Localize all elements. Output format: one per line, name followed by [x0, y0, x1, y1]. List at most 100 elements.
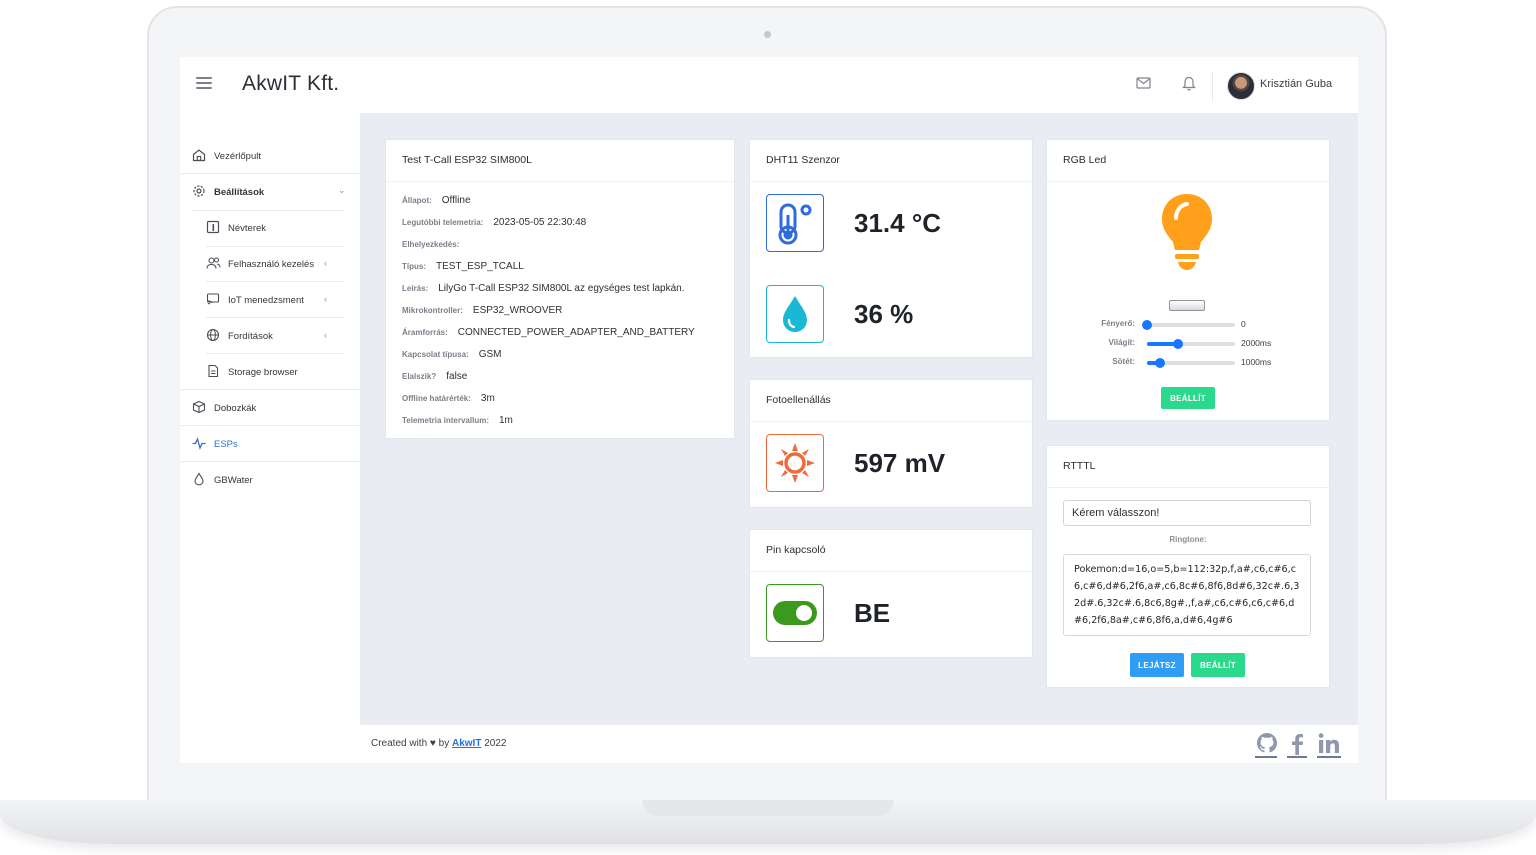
thermometer-icon	[766, 194, 824, 252]
sidebar-item-storage-browser[interactable]: Storage browser	[180, 354, 360, 389]
water-drop-icon	[766, 285, 824, 343]
github-icon[interactable]	[1255, 731, 1279, 757]
info-key: Elalszik?	[402, 372, 437, 381]
dht11-card: DHT11 Szenzor 31.4 °C 36 %	[749, 139, 1033, 358]
sidebar-item-felhasznalo-kezeles[interactable]: Felhasználó kezelés ‹	[180, 246, 360, 281]
color-picker[interactable]	[1169, 300, 1205, 311]
globe-icon	[206, 328, 220, 342]
file-icon	[208, 364, 219, 378]
bell-icon[interactable]	[1182, 76, 1196, 92]
slider-track[interactable]	[1147, 339, 1235, 349]
facebook-underline	[1287, 756, 1307, 758]
divider	[386, 181, 734, 182]
sidebar-item-label: Storage browser	[228, 367, 298, 378]
ringtone-select[interactable]: Kérem válasszon!	[1063, 500, 1311, 526]
info-row-telemetria: Legutóbbi telemetria: 2023-05-05 22:30:48	[402, 217, 586, 228]
chevron-left-icon: ‹	[324, 330, 327, 340]
linkedin-underline	[1317, 756, 1341, 758]
pin-state-value: BE	[854, 598, 891, 628]
slider-value: 2000ms	[1241, 338, 1272, 348]
info-value: TEST_ESP_TCALL	[436, 261, 524, 272]
info-key: Offline határérték:	[402, 394, 471, 403]
info-key: Áramforrás:	[402, 328, 448, 337]
info-key: Állapot:	[402, 196, 432, 205]
slider-label: Fényerő:	[1101, 319, 1135, 328]
hamburger-menu-icon[interactable]	[196, 77, 212, 91]
info-row-elhelyezkedes: Elhelyezkedés:	[402, 239, 469, 250]
rgb-set-button[interactable]: BEÁLLÍT	[1161, 387, 1215, 409]
info-value: GSM	[478, 349, 502, 360]
divider	[1047, 181, 1329, 182]
info-row-allapot: Állapot: Offline	[402, 195, 471, 206]
app-screen: AkwIT Kft. Krisztián Guba Vezérlőpult Be…	[180, 57, 1358, 763]
info-value: Offline	[441, 195, 471, 206]
toggle-switch[interactable]	[766, 584, 824, 642]
brightness-slider[interactable]: Fényerő: 0	[1071, 319, 1311, 331]
footer-year: 2022	[484, 738, 507, 749]
info-row-elalszik: Elalszik? false	[402, 371, 467, 382]
info-key: Elhelyezkedés:	[402, 240, 460, 249]
ringtone-textarea[interactable]: Pokemon:d=16,o=5,b=112:32p,f,a#,c6,c#6,c…	[1063, 554, 1311, 636]
slider-track[interactable]	[1147, 358, 1235, 368]
mail-icon[interactable]	[1136, 77, 1151, 89]
sidebar-item-forditasok[interactable]: Fordítások ‹	[180, 318, 360, 353]
info-key: Mikrokontroller:	[402, 306, 463, 315]
humidity-value: 36 %	[854, 299, 914, 329]
sidebar-item-label: ESPs	[214, 439, 238, 450]
info-value: 2023-05-05 22:30:48	[493, 217, 587, 228]
off-time-slider[interactable]: Sötét: 1000ms	[1071, 357, 1311, 369]
photoresistor-card: Fotoellenállás 597 mV	[749, 379, 1033, 508]
avatar[interactable]	[1227, 72, 1255, 100]
info-value: 3m	[480, 393, 495, 404]
info-row-leiras: Leírás: LilyGo T-Call ESP32 SIM800L az eg…	[402, 283, 684, 294]
rtttl-card: RTTTL Kérem válasszon! Ringtone: Pokemon…	[1046, 445, 1330, 688]
akwit-link[interactable]: AkwIT	[452, 738, 481, 749]
iot-icon	[206, 293, 220, 305]
namespace-icon	[206, 220, 220, 234]
slider-thumb[interactable]	[1172, 339, 1183, 349]
divider	[750, 421, 1032, 422]
sidebar-item-gbwater[interactable]: GBWater	[180, 462, 360, 497]
info-row-aramforras: Áramforrás: CONNECTED_POWER_ADAPTER_AND_B…	[402, 327, 695, 338]
on-time-slider[interactable]: Világít: 2000ms	[1071, 338, 1311, 350]
info-key: Leírás:	[402, 284, 429, 293]
facebook-icon[interactable]	[1288, 731, 1308, 757]
info-row-offline-hatarertek: Offline határérték: 3m	[402, 393, 495, 404]
sidebar-item-label: Dobozkák	[214, 403, 257, 414]
home-icon	[192, 149, 206, 162]
users-icon	[206, 257, 221, 269]
info-value: CONNECTED_POWER_ADAPTER_AND_BATTERY	[457, 327, 695, 338]
rtttl-set-button[interactable]: BEÁLLÍT	[1191, 653, 1245, 677]
footer-text: Created with ♥ by AkwIT 2022	[371, 738, 506, 749]
pulse-icon	[192, 437, 206, 450]
sidebar: Vezérlőpult Beállítások ⌄ Névterek Felha…	[180, 113, 360, 763]
divider	[750, 181, 1032, 182]
sidebar-item-vezerlopult[interactable]: Vezérlőpult	[180, 138, 360, 173]
sidebar-item-nevterek[interactable]: Névterek	[180, 210, 360, 245]
photoresistor-value: 597 mV	[854, 448, 946, 478]
linkedin-icon[interactable]	[1317, 731, 1341, 757]
topbar-divider	[1212, 71, 1213, 101]
info-value: ESP32_WROOVER	[472, 305, 563, 316]
slider-thumb[interactable]	[1155, 358, 1166, 368]
slider-label: Világít:	[1108, 338, 1135, 347]
chevron-left-icon: ‹	[324, 294, 327, 304]
chevron-down-icon: ⌄	[338, 185, 346, 195]
ringtone-label: Ringtone:	[1169, 535, 1207, 544]
card-title: RTTTL	[1063, 460, 1096, 472]
github-underline	[1255, 756, 1277, 758]
sidebar-item-dobozkak[interactable]: Dobozkák	[180, 390, 360, 425]
slider-thumb[interactable]	[1142, 320, 1152, 330]
sidebar-item-iot-menedzsment[interactable]: IoT menedzsment ‹	[180, 282, 360, 317]
sidebar-item-esps[interactable]: ESPs	[180, 426, 360, 461]
card-title: Test T-Call ESP32 SIM800L	[402, 154, 532, 166]
info-key: Típus:	[402, 262, 426, 271]
play-button[interactable]: LEJÁTSZ	[1130, 653, 1184, 677]
info-key: Kapcsolat típusa:	[402, 350, 469, 359]
sidebar-item-label: IoT menedzsment	[228, 295, 304, 306]
box-icon	[192, 400, 206, 414]
user-name[interactable]: Krisztián Guba	[1260, 78, 1332, 90]
sidebar-item-beallitasok[interactable]: Beállítások ⌄	[180, 174, 360, 209]
rgb-led-card: RGB Led Fényerő: 0 Világít: 2000ms Sötét…	[1046, 139, 1330, 421]
slider-track[interactable]	[1142, 320, 1235, 330]
